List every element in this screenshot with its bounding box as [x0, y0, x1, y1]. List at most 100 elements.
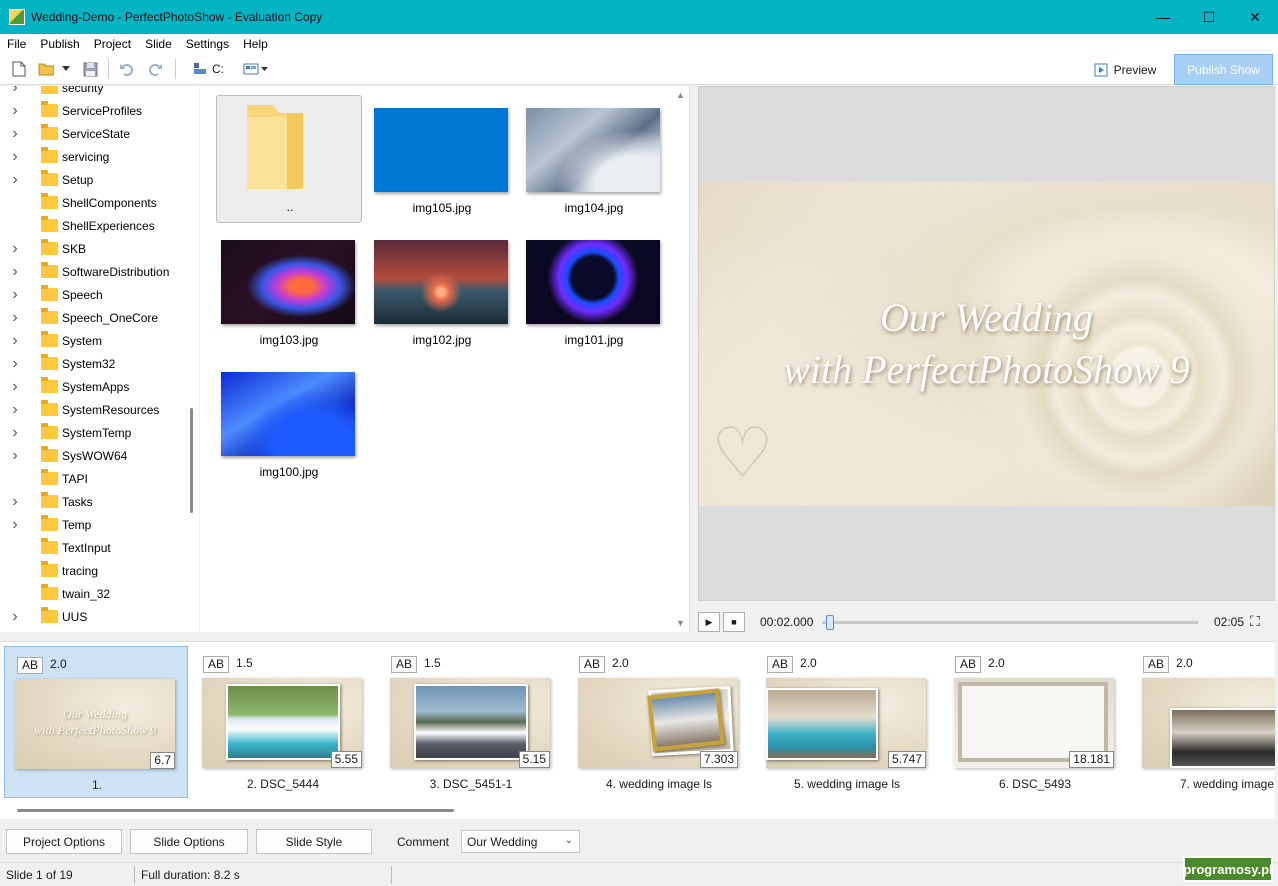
- drive-icon[interactable]: [192, 61, 208, 77]
- preview-button[interactable]: Preview: [1080, 57, 1170, 83]
- tree-item[interactable]: › Speech: [0, 283, 185, 306]
- chevron-right-icon[interactable]: ›: [10, 240, 24, 258]
- chevron-right-icon[interactable]: ›: [10, 286, 24, 304]
- close-button[interactable]: ✕: [1232, 0, 1278, 34]
- chevron-right-icon[interactable]: ›: [10, 355, 24, 373]
- transition-badge[interactable]: AB: [579, 656, 606, 673]
- tree-scrollbar[interactable]: [185, 86, 199, 632]
- menu-project[interactable]: Project: [87, 37, 138, 51]
- minimize-button[interactable]: —: [1140, 0, 1186, 34]
- file-item-img100[interactable]: img100.jpg: [216, 361, 362, 489]
- file-item-parent[interactable]: ..: [216, 95, 362, 223]
- drive-label[interactable]: C:: [212, 62, 224, 76]
- chevron-right-icon[interactable]: ›: [10, 378, 24, 396]
- tree-item[interactable]: › SystemApps: [0, 375, 185, 398]
- slide-duration[interactable]: 5.15: [518, 751, 550, 768]
- open-dropdown-icon[interactable]: [60, 61, 72, 77]
- slide-duration[interactable]: 5.747: [887, 751, 926, 768]
- stop-button[interactable]: ■: [723, 612, 745, 632]
- slide-duration[interactable]: 5.55: [330, 751, 362, 768]
- menu-help[interactable]: Help: [236, 37, 275, 51]
- open-folder-icon[interactable]: [38, 61, 54, 77]
- fullscreen-icon[interactable]: ⛶: [1250, 613, 1260, 630]
- slide-duration[interactable]: 7.303: [699, 751, 738, 768]
- redo-icon[interactable]: [148, 61, 164, 77]
- chevron-right-icon[interactable]: ›: [10, 86, 24, 97]
- file-item-img102[interactable]: img102.jpg: [369, 229, 515, 357]
- slide-1[interactable]: AB 2.0 Our Wedding with PerfectPhotoShow…: [4, 646, 188, 798]
- tree-item[interactable]: TextInput: [0, 536, 185, 559]
- file-item-img105[interactable]: img105.jpg: [369, 97, 515, 225]
- chevron-right-icon[interactable]: ›: [10, 424, 24, 442]
- tree-item[interactable]: › security: [0, 86, 185, 99]
- slide-3[interactable]: AB 1.5 5.15 3. DSC_5451-1: [379, 646, 563, 798]
- transition-badge[interactable]: AB: [767, 656, 794, 673]
- menu-settings[interactable]: Settings: [179, 37, 236, 51]
- scroll-down-icon[interactable]: ▼: [676, 618, 685, 628]
- tree-item[interactable]: › System32: [0, 352, 185, 375]
- storyboard-scrollbar-thumb[interactable]: [17, 809, 454, 812]
- slide-4[interactable]: AB 2.0 7.303 4. wedding image ls: [567, 646, 751, 798]
- tree-item[interactable]: › Speech_OneCore: [0, 306, 185, 329]
- chevron-right-icon[interactable]: ›: [10, 608, 24, 626]
- tree-item[interactable]: twain_32: [0, 582, 185, 605]
- menu-publish[interactable]: Publish: [33, 37, 86, 51]
- slide-duration[interactable]: 6.7: [150, 752, 175, 769]
- transition-badge[interactable]: AB: [955, 656, 982, 673]
- tree-item[interactable]: › UUS: [0, 605, 185, 628]
- tree-item[interactable]: › servicing: [0, 145, 185, 168]
- file-item-img103[interactable]: img103.jpg: [216, 229, 362, 357]
- menu-file[interactable]: File: [0, 37, 33, 51]
- comment-select[interactable]: Our Wedding ⌄: [461, 830, 580, 853]
- transition-badge[interactable]: AB: [17, 657, 44, 674]
- chevron-right-icon[interactable]: ›: [10, 102, 24, 120]
- tree-item[interactable]: › ServiceProfiles: [0, 99, 185, 122]
- new-file-icon[interactable]: [11, 61, 27, 77]
- tree-item[interactable]: › SKB: [0, 237, 185, 260]
- tree-item[interactable]: ShellComponents: [0, 191, 185, 214]
- tree-scrollbar-thumb[interactable]: [190, 408, 193, 513]
- slide-style-button[interactable]: Slide Style: [256, 829, 372, 854]
- tree-item[interactable]: › SystemTemp: [0, 421, 185, 444]
- tree-item[interactable]: › SystemResources: [0, 398, 185, 421]
- transition-badge[interactable]: AB: [1143, 656, 1170, 673]
- project-options-button[interactable]: Project Options: [6, 829, 122, 854]
- slide-duration[interactable]: 18.181: [1069, 751, 1114, 768]
- tree-item[interactable]: tracing: [0, 559, 185, 582]
- maximize-button[interactable]: ☐: [1186, 0, 1232, 34]
- undo-icon[interactable]: [118, 61, 134, 77]
- chevron-right-icon[interactable]: ›: [10, 171, 24, 189]
- transition-badge[interactable]: AB: [203, 656, 230, 673]
- slide-6[interactable]: AB 2.0 18.181 6. DSC_5493: [943, 646, 1127, 798]
- chevron-right-icon[interactable]: ›: [10, 493, 24, 511]
- file-item-img101[interactable]: img101.jpg: [521, 229, 667, 357]
- tree-item[interactable]: › SysWOW64: [0, 444, 185, 467]
- tree-item[interactable]: › ServiceState: [0, 122, 185, 145]
- slide-7[interactable]: AB 2.0 7. wedding image ls: [1131, 646, 1275, 798]
- tree-item[interactable]: TAPI: [0, 467, 185, 490]
- tree-item[interactable]: › SoftwareDistribution: [0, 260, 185, 283]
- menu-slide[interactable]: Slide: [138, 37, 179, 51]
- chevron-right-icon[interactable]: ›: [10, 332, 24, 350]
- chevron-right-icon[interactable]: ›: [10, 125, 24, 143]
- seek-track[interactable]: [822, 621, 1198, 624]
- tree-item[interactable]: › Tasks: [0, 490, 185, 513]
- publish-show-button[interactable]: Publish Show: [1174, 54, 1273, 85]
- save-icon[interactable]: [82, 61, 98, 77]
- chevron-right-icon[interactable]: ›: [10, 516, 24, 534]
- seek-handle[interactable]: [826, 615, 835, 630]
- chevron-right-icon[interactable]: ›: [10, 148, 24, 166]
- tree-item[interactable]: › System: [0, 329, 185, 352]
- file-item-img104[interactable]: img104.jpg: [521, 97, 667, 225]
- slide-2[interactable]: AB 1.5 5.55 2. DSC_5444: [191, 646, 375, 798]
- transition-badge[interactable]: AB: [391, 656, 418, 673]
- scroll-up-icon[interactable]: ▲: [676, 90, 685, 100]
- slide-5[interactable]: AB 2.0 5.747 5. wedding image ls: [755, 646, 939, 798]
- chevron-right-icon[interactable]: ›: [10, 263, 24, 281]
- tree-item[interactable]: ShellExperiences: [0, 214, 185, 237]
- chevron-right-icon[interactable]: ›: [10, 309, 24, 327]
- tree-item[interactable]: › Temp: [0, 513, 185, 536]
- chevron-right-icon[interactable]: ›: [10, 447, 24, 465]
- tree-item[interactable]: › Setup: [0, 168, 185, 191]
- view-mode-icon[interactable]: [243, 61, 269, 77]
